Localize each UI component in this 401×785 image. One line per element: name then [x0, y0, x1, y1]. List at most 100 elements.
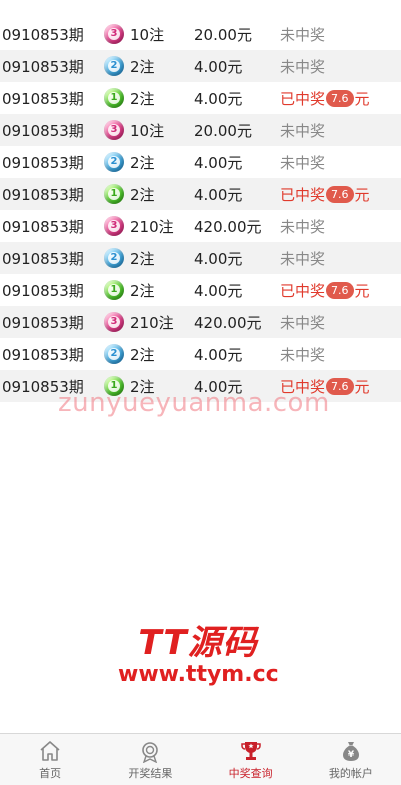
bet-count: 210注	[130, 313, 174, 332]
prize-amount-badge: 7.6	[326, 281, 354, 299]
status-text: 已中奖	[280, 281, 326, 300]
bet-amount: 420.00元	[194, 313, 262, 332]
tab-my-account[interactable]: ¥ 我的帐户	[301, 734, 401, 785]
green-ball-icon: 1	[104, 88, 124, 108]
status-text: 未中奖	[280, 313, 326, 332]
bet-amount: 20.00元	[194, 121, 252, 140]
table-row[interactable]: 0910853期 2 2注 4.00元 未中奖	[0, 146, 401, 178]
logo-title: TT源码	[138, 623, 258, 663]
medal-icon	[142, 742, 159, 763]
bet-amount: 420.00元	[194, 217, 262, 236]
prize-unit: 元	[354, 89, 370, 108]
bet-amount: 4.00元	[194, 89, 243, 108]
bet-count: 2注	[130, 249, 155, 268]
tab-label: 首页	[39, 767, 62, 780]
table-row[interactable]: 0910853期 3 210注 420.00元 未中奖	[0, 210, 401, 242]
status-text: 未中奖	[280, 345, 326, 364]
green-ball-icon: 1	[104, 280, 124, 300]
status-text: 未中奖	[280, 249, 326, 268]
bottom-tab-bar: 首页 开奖结果 中奖查询 ¥ 我的帐户	[0, 733, 401, 785]
status-text: 未中奖	[280, 217, 326, 236]
period-number: 0910853期	[2, 121, 84, 140]
ball-number: 2	[108, 252, 120, 264]
prize-status: 未中奖	[280, 56, 325, 77]
ball-number: 3	[108, 220, 120, 232]
prize-status: 未中奖	[280, 312, 325, 333]
money-bag-icon: ¥	[342, 742, 359, 761]
record-list: 0910853期 3 10注 20.00元 未中奖 0910853期 2 2注 …	[0, 18, 401, 402]
period-number: 0910853期	[2, 57, 84, 76]
bet-amount: 4.00元	[194, 185, 243, 204]
svg-text:¥: ¥	[348, 750, 355, 760]
prize-status: 未中奖	[280, 24, 325, 45]
period-number: 0910853期	[2, 281, 84, 300]
tab-home[interactable]: 首页	[0, 734, 100, 785]
status-text: 未中奖	[280, 25, 326, 44]
blue-ball-icon: 2	[104, 248, 124, 268]
bet-amount: 4.00元	[194, 57, 243, 76]
prize-status: 已中奖 7.6 元	[280, 280, 370, 301]
bet-count: 10注	[130, 121, 165, 140]
table-row[interactable]: 0910853期 3 210注 420.00元 未中奖	[0, 306, 401, 338]
table-row[interactable]: 0910853期 3 10注 20.00元 未中奖	[0, 114, 401, 146]
bet-count: 2注	[130, 345, 155, 364]
period-number: 0910853期	[2, 25, 84, 44]
ball-number: 1	[108, 284, 120, 296]
prize-status: 未中奖	[280, 152, 325, 173]
prize-status: 未中奖	[280, 248, 325, 269]
prize-status: 未中奖	[280, 120, 325, 141]
blue-ball-icon: 2	[104, 344, 124, 364]
tab-results[interactable]: 开奖结果	[100, 734, 200, 785]
bet-amount: 4.00元	[194, 249, 243, 268]
site-logo: TT源码 www.ttym.cc	[118, 623, 279, 688]
table-row[interactable]: 0910853期 1 2注 4.00元 已中奖 7.6 元	[0, 178, 401, 210]
bet-count: 10注	[130, 25, 165, 44]
period-number: 0910853期	[2, 89, 84, 108]
period-number: 0910853期	[2, 217, 84, 236]
table-row[interactable]: 0910853期 2 2注 4.00元 未中奖	[0, 338, 401, 370]
pink-ball-icon: 3	[104, 312, 124, 332]
period-number: 0910853期	[2, 345, 84, 364]
status-text: 未中奖	[280, 121, 326, 140]
tab-label: 我的帐户	[328, 767, 373, 780]
bet-amount: 4.00元	[194, 281, 243, 300]
bet-count: 2注	[130, 153, 155, 172]
prize-status: 已中奖 7.6 元	[280, 88, 370, 109]
logo-url: www.ttym.cc	[118, 662, 279, 687]
home-icon	[40, 741, 60, 761]
prize-status: 未中奖	[280, 216, 325, 237]
tab-label: 开奖结果	[128, 767, 173, 780]
bet-count: 2注	[130, 57, 155, 76]
pink-ball-icon: 3	[104, 120, 124, 140]
tab-prize-query[interactable]: 中奖查询	[201, 734, 301, 785]
trophy-icon	[240, 742, 261, 760]
table-row[interactable]: 0910853期 1 2注 4.00元 已中奖 7.6 元	[0, 82, 401, 114]
ball-number: 3	[108, 124, 120, 136]
ball-number: 3	[108, 316, 120, 328]
bet-count: 2注	[130, 281, 155, 300]
blue-ball-icon: 2	[104, 56, 124, 76]
bet-amount: 4.00元	[194, 345, 243, 364]
ball-number: 2	[108, 156, 120, 168]
table-row[interactable]: 0910853期 1 2注 4.00元 已中奖 7.6 元	[0, 274, 401, 306]
period-number: 0910853期	[2, 153, 84, 172]
prize-amount-badge: 7.6	[326, 377, 354, 395]
status-text: 未中奖	[280, 153, 326, 172]
table-row[interactable]: 0910853期 2 2注 4.00元 未中奖	[0, 242, 401, 274]
ball-number: 1	[108, 92, 120, 104]
period-number: 0910853期	[2, 249, 84, 268]
prize-unit: 元	[354, 281, 370, 300]
ball-number: 1	[108, 188, 120, 200]
table-row[interactable]: 0910853期 2 2注 4.00元 未中奖	[0, 50, 401, 82]
prize-amount-badge: 7.6	[326, 89, 354, 107]
prize-amount-badge: 7.6	[326, 185, 354, 203]
ball-number: 3	[108, 28, 120, 40]
status-text: 已中奖	[280, 89, 326, 108]
bet-amount: 4.00元	[194, 153, 243, 172]
prize-status: 已中奖 7.6 元	[280, 184, 370, 205]
prize-unit: 元	[354, 185, 370, 204]
table-row[interactable]: 0910853期 3 10注 20.00元 未中奖	[0, 18, 401, 50]
ball-number: 2	[108, 348, 120, 360]
prize-status: 未中奖	[280, 344, 325, 365]
status-text: 未中奖	[280, 57, 326, 76]
